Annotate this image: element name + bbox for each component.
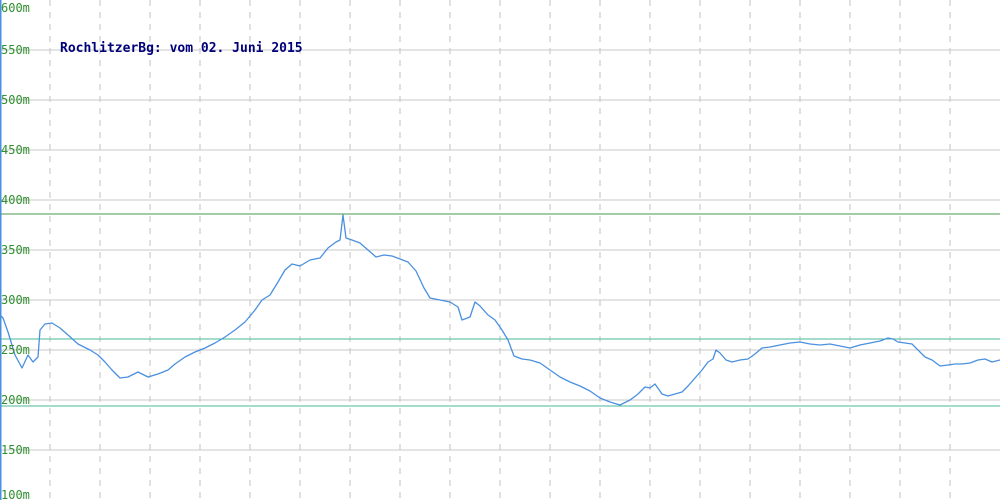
y-tick-label: 500m	[1, 93, 30, 107]
y-tick-label: 250m	[1, 343, 30, 357]
y-tick-label: 100m	[1, 488, 30, 500]
chart-title: RochlitzerBg: vom 02. Juni 2015	[60, 41, 303, 56]
grid-layer	[0, 0, 1000, 500]
y-tick-label: 400m	[1, 193, 30, 207]
y-tick-label: 200m	[1, 393, 30, 407]
chart-root: RochlitzerBg: vom 02. Juni 2015 100m 150m…	[0, 0, 1000, 500]
y-tick-label: 550m	[1, 43, 30, 57]
y-tick-label: 350m	[1, 243, 30, 257]
y-tick-label: 600m	[1, 1, 30, 15]
y-tick-label: 150m	[1, 443, 30, 457]
altitude-chart: RochlitzerBg: vom 02. Juni 2015 100m 150m…	[0, 0, 1000, 500]
y-tick-label: 450m	[1, 143, 30, 157]
y-tick-label: 300m	[1, 293, 30, 307]
